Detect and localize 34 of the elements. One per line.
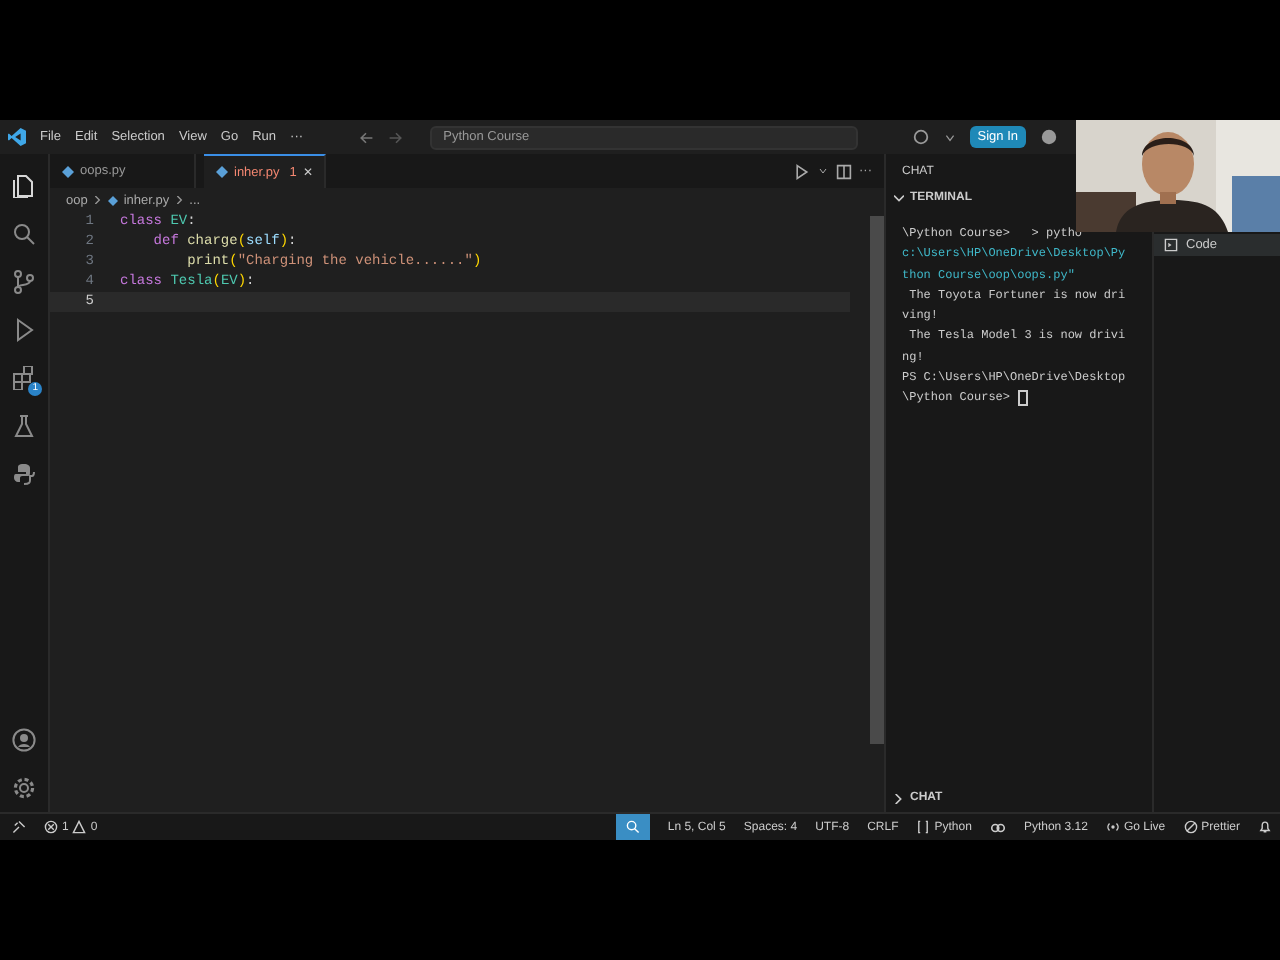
zoom-icon <box>625 820 640 834</box>
scrollbar-thumb[interactable] <box>870 216 884 744</box>
branch-icon <box>12 270 36 294</box>
app-logo-icon <box>8 128 26 146</box>
error-icon <box>44 820 58 834</box>
python-file-icon <box>216 166 228 178</box>
split-editor-icon[interactable] <box>835 163 851 179</box>
files-icon <box>12 174 36 198</box>
extensions-icon <box>12 366 36 390</box>
broadcast-icon <box>1105 820 1120 834</box>
python-file-icon <box>107 195 118 205</box>
chevron-right-icon <box>93 196 102 204</box>
caret-icon[interactable] <box>943 131 956 143</box>
flask-icon <box>12 414 36 438</box>
back-arrow-icon[interactable] <box>357 129 374 145</box>
blocked-icon <box>1183 820 1198 834</box>
warning-icon <box>72 820 87 834</box>
chevron-right-icon[interactable] <box>894 793 904 803</box>
run-debug-icon <box>12 318 36 342</box>
run-icon[interactable] <box>793 163 809 179</box>
settings-icon[interactable] <box>12 776 36 800</box>
braces-icon <box>916 820 931 834</box>
chevron-right-icon <box>175 196 184 204</box>
python-file-icon <box>62 165 74 177</box>
remote-icon[interactable] <box>12 820 26 834</box>
bell-icon[interactable] <box>1258 820 1272 834</box>
terminal-icon <box>1164 238 1178 252</box>
terminal-cursor <box>1017 389 1028 406</box>
python-icon <box>12 462 36 486</box>
account-icon[interactable] <box>12 728 36 752</box>
zoom-status-button[interactable] <box>615 814 650 840</box>
caret-icon[interactable] <box>817 166 827 176</box>
search-icon <box>12 222 36 246</box>
chevron-down-icon[interactable] <box>894 193 904 203</box>
